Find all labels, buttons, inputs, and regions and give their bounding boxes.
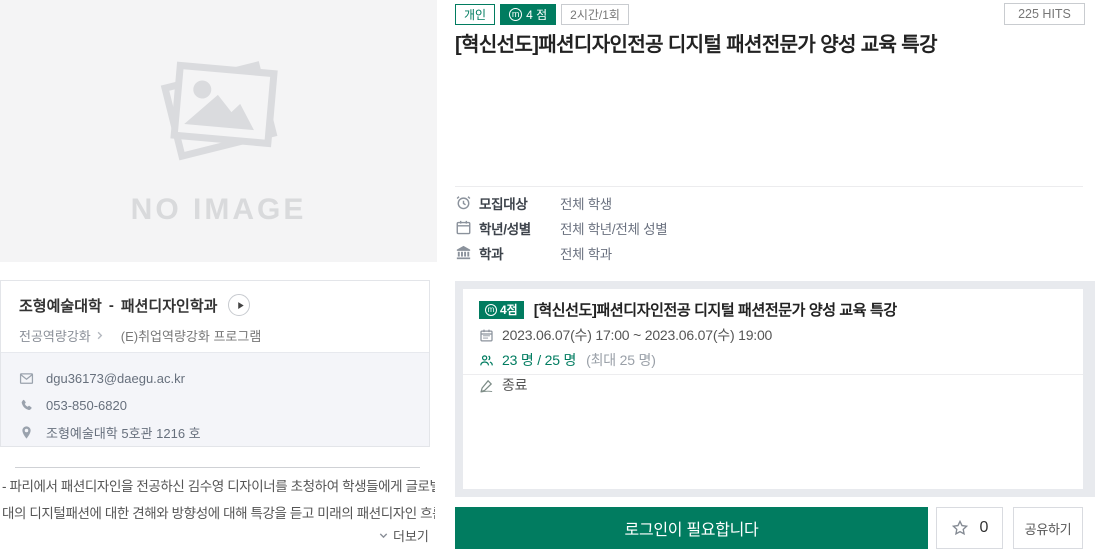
- college-dept-separator: -: [108, 296, 114, 314]
- calendar-icon: [455, 219, 472, 236]
- contact-email-row: dgu36173@daegu.ac.kr: [19, 365, 411, 392]
- contact-email: dgu36173@daegu.ac.kr: [46, 371, 185, 386]
- program-description: - 파리에서 패션디자인을 전공하신 김수영 디자이너를 초청하여 학생들에게 …: [2, 473, 435, 527]
- program-breadcrumb: 전공역량강화 (E)취업역량강화 프로그램: [19, 326, 411, 345]
- session-capacity-row: 23 명 / 25 명 (최대 25 명): [479, 350, 1067, 370]
- description-line: - 파리에서 패션디자인을 전공하신 김수영 디자이너를 초청하여 학생들에게 …: [2, 479, 435, 494]
- duration-badge: 2시간/1회: [561, 4, 629, 25]
- people-icon: [479, 353, 494, 368]
- program-detail-page: NO IMAGE 조형예술대학 - 패션디자인학과 전공역량강화 (E)취업역량…: [0, 0, 1095, 552]
- summary-value: 전체 학과: [560, 246, 612, 262]
- contact-location-row: 조형예술대학 5호관 1216 호: [19, 419, 411, 446]
- summary-value: 전체 학생: [560, 196, 612, 212]
- department-card: 조형예술대학 - 패션디자인학과 전공역량강화 (E)취업역량강화 프로그램 d…: [0, 280, 430, 447]
- photo-stack-icon: [144, 49, 294, 167]
- contact-phone: 053-850-6820: [46, 398, 127, 413]
- hits-badge: 225 HITS: [1004, 3, 1085, 25]
- location-pin-icon: [19, 425, 34, 440]
- type-badge: 개인: [455, 4, 496, 25]
- summary-row-target: 모집대상 전체 학생: [455, 190, 955, 215]
- score-badge: m 4 점: [500, 4, 557, 25]
- session-list: m 4점 [혁신선도]패션디자인전공 디지털 패션전문가 양성 교육 특강 20…: [455, 281, 1095, 497]
- contact-section: dgu36173@daegu.ac.kr 053-850-6820 조형예술대학…: [1, 352, 429, 446]
- play-icon: [235, 300, 246, 311]
- summary-label: 모집대상: [479, 196, 528, 212]
- no-image-label: NO IMAGE: [130, 193, 307, 226]
- session-card: m 4점 [혁신선도]패션디자인전공 디지털 패션전문가 양성 교육 특강 20…: [463, 289, 1083, 489]
- summary-row-department: 학과 전체 학과: [455, 240, 955, 265]
- chevron-right-icon: [94, 330, 105, 341]
- program-type: (E)취업역량강화 프로그램: [120, 329, 262, 344]
- calendar-icon: [479, 328, 494, 343]
- session-status-row: 종료: [479, 375, 1067, 395]
- chevron-down-icon: [378, 530, 389, 541]
- session-schedule-row: 2023.06.07(수) 17:00 ~ 2023.06.07(수) 19:0…: [479, 325, 1067, 345]
- score-badge-label: 4 점: [526, 8, 548, 22]
- department-name: 패션디자인학과: [120, 297, 218, 315]
- session-enrollment: 23 명 / 25 명: [502, 352, 577, 368]
- phone-icon: [19, 398, 34, 413]
- session-status: 종료: [502, 377, 528, 393]
- description-divider: [15, 467, 420, 468]
- contact-location: 조형예술대학 5호관 1216 호: [46, 426, 201, 441]
- star-icon: [951, 519, 969, 537]
- department-header: 조형예술대학 - 패션디자인학과 전공역량강화 (E)취업역량강화 프로그램: [1, 281, 429, 352]
- program-summary: 모집대상 전체 학생 학년/성별 전체 학년/전체 성별 학과 전체 학과: [455, 190, 955, 265]
- bank-icon: [455, 244, 472, 261]
- envelope-icon: [19, 371, 34, 386]
- program-category: 전공역량강화: [19, 329, 91, 344]
- session-card-divider: [463, 374, 1083, 375]
- contact-phone-row: 053-850-6820: [19, 392, 411, 419]
- session-title: [혁신선도]패션디자인전공 디지털 패션전문가 양성 교육 특강: [533, 302, 897, 319]
- session-score-label: 4점: [500, 303, 518, 317]
- program-image-placeholder: NO IMAGE: [0, 0, 437, 262]
- description-line: 대의 디지털패션에 대한 견해와 방향성에 대해 특강을 듣고 미래의 패션디자…: [2, 506, 435, 521]
- show-more-link[interactable]: 더보기: [378, 526, 429, 545]
- session-capacity-note: (최대 25 명): [586, 352, 656, 368]
- summary-label: 학년/성별: [479, 221, 531, 237]
- page-title: [혁신선도]패션디자인전공 디지털 패션전문가 양성 교육 특강: [455, 34, 938, 56]
- summary-row-grade-gender: 학년/성별 전체 학년/전체 성별: [455, 215, 955, 240]
- summary-divider: [455, 186, 1083, 187]
- college-name: 조형예술대학: [19, 297, 102, 315]
- department-expand-button[interactable]: [228, 294, 251, 316]
- favorite-button[interactable]: 0: [936, 507, 1003, 549]
- session-score-badge: m 4점: [479, 300, 524, 319]
- m-circle-icon: m: [485, 303, 497, 316]
- share-button[interactable]: 공유하기: [1013, 507, 1083, 549]
- summary-label: 학과: [479, 246, 504, 262]
- m-circle-icon: m: [509, 8, 523, 21]
- alarm-clock-icon: [455, 194, 472, 211]
- login-required-button[interactable]: 로그인이 필요합니다: [455, 507, 928, 549]
- favorite-count: 0: [979, 519, 989, 536]
- program-badges: 개인 m 4 점 2시간/1회: [455, 4, 629, 25]
- show-more-label: 더보기: [393, 529, 429, 544]
- session-schedule: 2023.06.07(수) 17:00 ~ 2023.06.07(수) 19:0…: [502, 327, 773, 343]
- pen-icon: [479, 378, 494, 393]
- summary-value: 전체 학년/전체 성별: [560, 221, 668, 237]
